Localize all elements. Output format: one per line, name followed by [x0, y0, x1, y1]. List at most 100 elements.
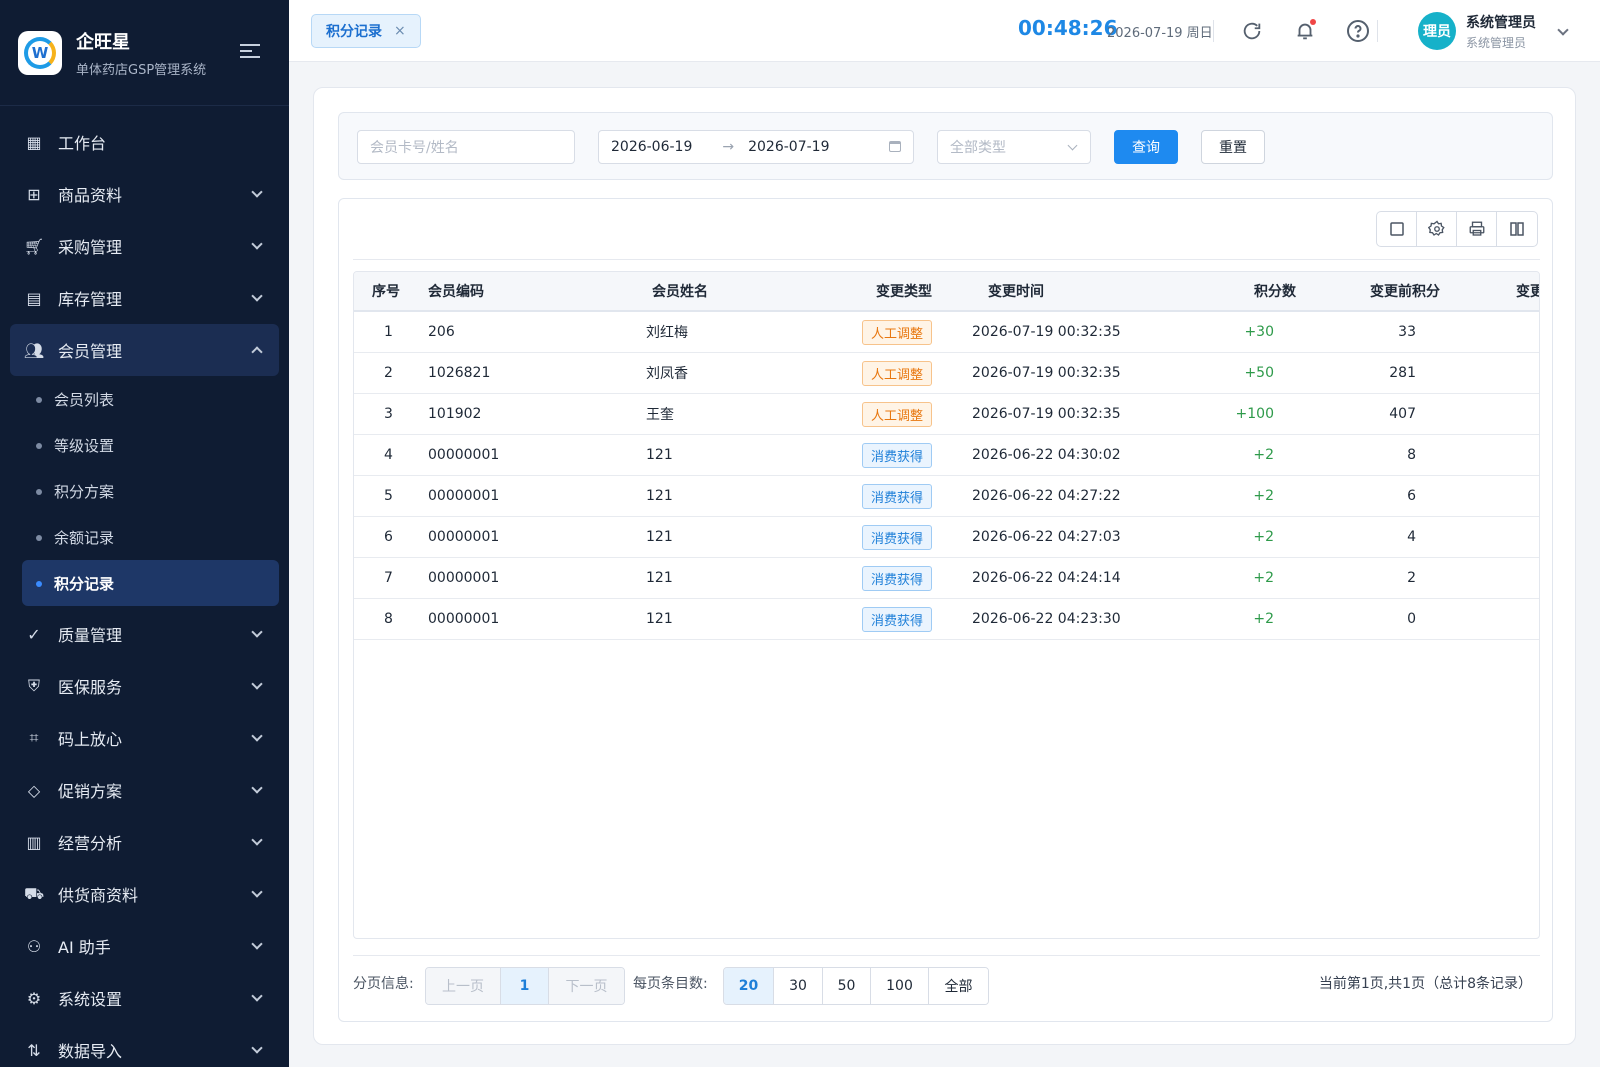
cell-points-before: 8	[1407, 447, 1416, 463]
cell-no: 3	[384, 406, 393, 422]
type-select-value: 全部类型	[950, 140, 1006, 156]
sidebar-item-products[interactable]: ⊞ 商品资料	[0, 168, 289, 220]
print-icon[interactable]	[1457, 212, 1497, 246]
help-icon[interactable]	[1345, 18, 1371, 44]
product-icon: ⊞	[27, 184, 41, 204]
cell-points: +50	[1244, 365, 1274, 381]
column-header-no[interactable]: 序号	[372, 272, 400, 310]
column-header-name[interactable]: 会员姓名	[652, 272, 708, 310]
divider	[353, 259, 1540, 260]
cell-points: +100	[1235, 406, 1274, 422]
sidebar-item-ai-assistant[interactable]: ⚇ AI 助手	[0, 920, 289, 972]
sidebar-subitem-member-list[interactable]: 会员列表	[0, 376, 289, 422]
bell-icon[interactable]	[1292, 18, 1318, 44]
sidebar-subitem-points-records[interactable]: 积分记录	[22, 560, 279, 606]
page-size-30[interactable]: 30	[774, 968, 823, 1004]
cell-member-code: 00000001	[428, 488, 500, 504]
prev-page-button[interactable]: 上一页	[426, 968, 501, 1004]
table-row[interactable]: 4 00000001 121 2026-06-22 04:30:02 8 消费获得 +2	[354, 435, 1539, 476]
sidebar-item-promotions[interactable]: ◇ 促销方案	[0, 764, 289, 816]
pager-summary: 当前第1页,共1页（总计8条记录）	[1318, 976, 1532, 992]
page-size-100[interactable]: 100	[871, 968, 929, 1004]
user-role: 系统管理员	[1466, 36, 1527, 50]
menu-collapse-icon[interactable]	[240, 44, 260, 60]
page-size-50[interactable]: 50	[823, 968, 871, 1004]
cell-points: +2	[1253, 488, 1274, 504]
date-start: 2026-06-19	[611, 139, 693, 155]
table-row[interactable]: 7 00000001 121 2026-06-22 04:24:14 2 消费获得 +2	[354, 558, 1539, 599]
cell-change-time: 2026-07-19 00:32:35	[972, 406, 1121, 422]
reset-button[interactable]: 重置	[1201, 130, 1265, 164]
table-row[interactable]: 1 206 刘红梅 2026-07-19 00:32:35 33 人工调整 +30	[354, 312, 1539, 353]
avatar[interactable]: 理员	[1418, 12, 1456, 50]
sidebar-item-label: 促销方案	[58, 782, 123, 801]
fullscreen-icon[interactable]	[1377, 212, 1417, 246]
cart-icon: 🛒︎	[23, 236, 45, 256]
sidebar-item-purchase[interactable]: 🛒︎ 采购管理	[0, 220, 289, 272]
sidebar-item-label: 工作台	[58, 134, 107, 153]
column-header-before[interactable]: 变更前积分	[1370, 272, 1440, 310]
page-size-all[interactable]: 全部	[929, 968, 988, 1004]
page-size-20[interactable]: 20	[724, 968, 774, 1004]
sidebar-item-workbench[interactable]: ▦ 工作台	[0, 116, 289, 168]
sidebar-menu: ▦ 工作台 ⊞ 商品资料 🛒︎ 采购管理 ▤ 库存管理 👥︎ 会员管理 会员列表…	[0, 106, 289, 1067]
top-header: 积分记录 × 00:48:26 2026-07-19 周日 理员 系统管理员 系…	[289, 0, 1600, 62]
gear-icon: ⚙	[26, 988, 42, 1008]
cell-member-code: 00000001	[428, 611, 500, 627]
date-range-picker[interactable]: 2026-06-19 → 2026-07-19	[598, 130, 914, 164]
column-header-time[interactable]: 变更时间	[988, 272, 1044, 310]
user-name[interactable]: 系统管理员	[1466, 12, 1536, 32]
refresh-icon[interactable]	[1239, 18, 1265, 44]
page-1-button[interactable]: 1	[501, 968, 549, 1004]
cell-points-before: 4	[1407, 529, 1416, 545]
column-header-after[interactable]: 变更	[1516, 272, 1539, 310]
member-search-input[interactable]: 会员卡号/姓名	[357, 130, 575, 164]
column-header-code[interactable]: 会员编码	[428, 272, 484, 310]
table-row[interactable]: 8 00000001 121 2026-06-22 04:23:30 0 消费获得 +2	[354, 599, 1539, 640]
next-page-button[interactable]: 下一页	[549, 968, 624, 1004]
change-type-tag: 人工调整	[862, 360, 933, 386]
chevron-down-icon[interactable]	[1557, 24, 1569, 36]
type-select[interactable]: 全部类型	[937, 130, 1091, 164]
cell-member-code: 00000001	[428, 447, 500, 463]
sidebar-subitem-balance-records[interactable]: 余额记录	[0, 514, 289, 560]
calendar-icon	[889, 141, 901, 152]
sidebar-item-quality[interactable]: ✓ 质量管理	[0, 608, 289, 660]
divider	[1213, 20, 1214, 42]
query-button[interactable]: 查询	[1114, 130, 1178, 164]
sidebar-subitem-points-plan[interactable]: 积分方案	[0, 468, 289, 514]
tab-points-records[interactable]: 积分记录 ×	[311, 14, 421, 48]
sidebar-item-settings[interactable]: ⚙ 系统设置	[0, 972, 289, 1024]
sidebar-subitem-level-settings[interactable]: 等级设置	[0, 422, 289, 468]
sidebar-item-trace-code[interactable]: ⌗ 码上放心	[0, 712, 289, 764]
columns-icon[interactable]	[1497, 212, 1537, 246]
page-size-label: 每页条目数:	[633, 976, 708, 992]
table-row[interactable]: 3 101902 王奎 2026-07-19 00:32:35 407 人工调整 +100	[354, 394, 1539, 435]
cell-change-time: 2026-06-22 04:30:02	[972, 447, 1121, 463]
sidebar-item-medical-insurance[interactable]: ⛨ 医保服务	[0, 660, 289, 712]
sidebar-item-label: 系统设置	[58, 990, 123, 1009]
quality-icon: ✓	[27, 624, 41, 644]
cell-member-name: 121	[646, 611, 673, 627]
close-icon[interactable]: ×	[394, 23, 406, 39]
notification-dot	[1310, 19, 1316, 25]
sidebar-item-data-import[interactable]: ⇅ 数据导入	[0, 1024, 289, 1067]
sidebar-item-label: 采购管理	[58, 238, 123, 257]
sidebar-item-suppliers[interactable]: ⛟ 供货商资料	[0, 868, 289, 920]
column-header-points[interactable]: 积分数	[1254, 272, 1296, 310]
app-logo: W	[18, 30, 62, 75]
sidebar-item-analytics[interactable]: ▥ 经营分析	[0, 816, 289, 868]
settings-icon[interactable]	[1417, 212, 1457, 246]
table-row[interactable]: 6 00000001 121 2026-06-22 04:27:03 4 消费获得 +2	[354, 517, 1539, 558]
chevron-down-icon	[251, 678, 263, 690]
cell-points: +2	[1253, 447, 1274, 463]
column-header-type[interactable]: 变更类型	[876, 272, 932, 310]
table-row[interactable]: 2 1026821 刘凤香 2026-07-19 00:32:35 281 人工调整 +50	[354, 353, 1539, 394]
filter-bar: 会员卡号/姓名 2026-06-19 → 2026-07-19 全部类型 查询 …	[338, 112, 1553, 180]
divider	[353, 955, 1540, 956]
table-row[interactable]: 5 00000001 121 2026-06-22 04:27:22 6 消费获得 +2	[354, 476, 1539, 517]
sidebar-item-members[interactable]: 👥︎ 会员管理	[10, 324, 279, 376]
members-icon: 👥︎	[23, 340, 45, 360]
sidebar-item-inventory[interactable]: ▤ 库存管理	[0, 272, 289, 324]
divider	[1377, 20, 1378, 42]
